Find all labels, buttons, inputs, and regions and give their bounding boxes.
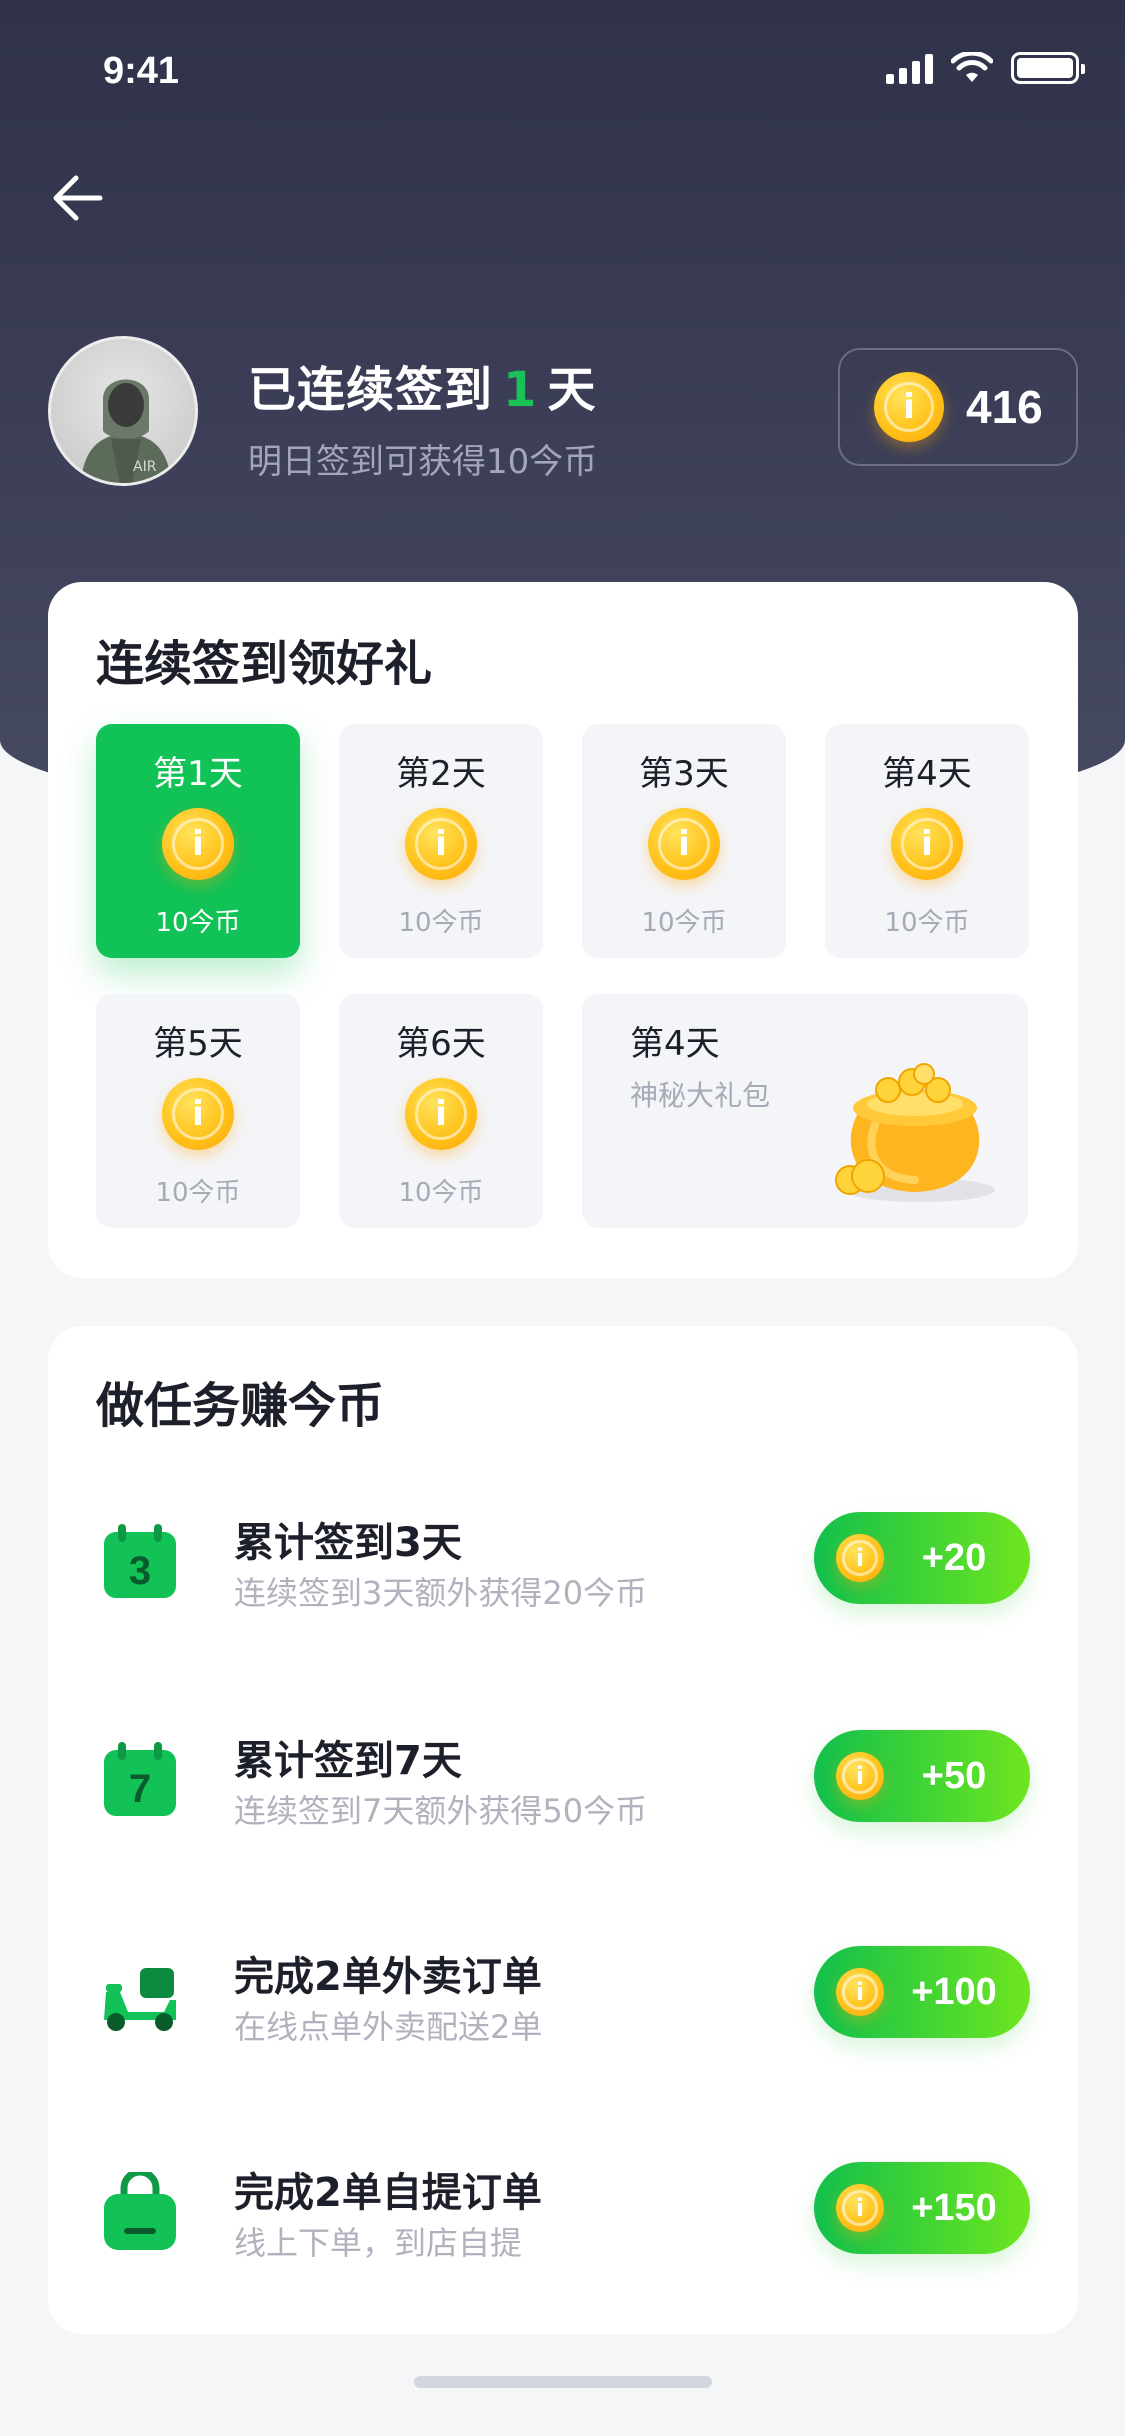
back-arrow-icon[interactable]	[46, 168, 106, 228]
tasks-card: 做任务赚今币 3 累计签到3天 连续签到3天额外获得20今币 ⅰ +20 7 累…	[48, 1326, 1078, 2334]
status-bar: 9:41	[0, 0, 1125, 140]
tasks-title: 做任务赚今币	[96, 1378, 385, 1434]
status-time: 9:41	[103, 50, 180, 92]
task-title: 完成2单外卖订单	[234, 1954, 542, 2000]
home-indicator[interactable]	[414, 2376, 712, 2388]
day-cell-1[interactable]: 第1天 ⅰ 10今币	[96, 724, 300, 958]
claim-reward-button[interactable]: ⅰ +20	[814, 1512, 1030, 1604]
streak-prefix: 已连续签到	[248, 362, 494, 418]
day-label: 第4天	[882, 754, 972, 794]
task-subtitle: 连续签到3天额外获得20今币	[234, 1574, 648, 1612]
task-title: 累计签到3天	[234, 1520, 462, 1566]
coin-balance: 416	[966, 381, 1043, 433]
avatar-image: AIR	[81, 379, 171, 483]
treasure-pot-icon	[835, 1063, 995, 1202]
day-reward: 10今币	[155, 1178, 241, 1208]
reward-amount: +150	[911, 2187, 997, 2229]
streak-suffix: 天	[547, 362, 597, 418]
checkin-card: 连续签到领好礼 第1天 ⅰ 10今币 第2天 ⅰ 10今币 第3天 ⅰ 10今币…	[48, 582, 1078, 1278]
day-label: 第2天	[396, 754, 486, 794]
mystery-gift-cell[interactable]: 第4天 神秘大礼包	[582, 994, 1028, 1228]
svg-text:7: 7	[129, 1767, 151, 1811]
coin-icon: ⅰ	[162, 808, 234, 880]
day-cell-4[interactable]: 第4天 ⅰ 10今币	[825, 724, 1029, 958]
day-cell-6[interactable]: 第6天 ⅰ 10今币	[339, 994, 543, 1228]
cellular-signal-icon	[886, 52, 933, 84]
streak-line: 已连续签到 1 天	[248, 350, 597, 420]
day-label: 第3天	[639, 754, 729, 794]
coin-icon: ⅰ	[162, 1078, 234, 1150]
coin-icon: ⅰ	[874, 372, 944, 442]
coin-icon: ⅰ	[648, 808, 720, 880]
task-row: 完成2单自提订单 线上下单，到店自提 ⅰ +150	[48, 2150, 1078, 2270]
task-row: 完成2单外卖订单 在线点单外卖配送2单 ⅰ +100	[48, 1934, 1078, 2054]
coin-icon: ⅰ	[891, 808, 963, 880]
task-subtitle: 线上下单，到店自提	[234, 2224, 523, 2262]
scooter-icon	[104, 1968, 176, 2031]
reward-amount: +20	[921, 1537, 987, 1579]
task-row: 7 累计签到7天 连续签到7天额外获得50今币 ⅰ +50	[48, 1718, 1078, 1838]
calendar-7-icon: 7	[104, 1742, 176, 1816]
avatar[interactable]: AIR	[48, 336, 198, 486]
task-title: 完成2单自提订单	[234, 2170, 542, 2216]
calendar-3-icon: 3	[104, 1524, 176, 1598]
streak-days: 1	[503, 362, 538, 418]
coin-icon: ⅰ	[836, 2184, 884, 2232]
coin-icon: ⅰ	[405, 808, 477, 880]
coin-icon: ⅰ	[836, 1968, 884, 2016]
profile-text: 已连续签到 1 天 明日签到可获得10今币	[248, 350, 597, 483]
reward-amount: +50	[921, 1755, 987, 1797]
coin-icon: ⅰ	[836, 1752, 884, 1800]
checkin-title: 连续签到领好礼	[96, 636, 433, 692]
coin-balance-pill[interactable]: ⅰ 416	[838, 348, 1078, 466]
day-cell-3[interactable]: 第3天 ⅰ 10今币	[582, 724, 786, 958]
battery-icon	[1011, 52, 1085, 84]
day-reward: 10今币	[398, 1178, 484, 1208]
day-reward: 10今币	[884, 908, 970, 938]
day-reward: 10今币	[398, 908, 484, 938]
day-cell-2[interactable]: 第2天 ⅰ 10今币	[339, 724, 543, 958]
day-reward: 10今币	[155, 908, 241, 938]
task-subtitle: 在线点单外卖配送2单	[234, 2008, 543, 2046]
svg-text:3: 3	[129, 1549, 151, 1593]
day-reward: 10今币	[641, 908, 727, 938]
task-subtitle: 连续签到7天额外获得50今币	[234, 1792, 648, 1830]
shopping-bag-icon	[104, 2172, 176, 2250]
task-title: 累计签到7天	[234, 1738, 462, 1784]
claim-reward-button[interactable]: ⅰ +100	[814, 1946, 1030, 2038]
day-label: 第5天	[153, 1024, 243, 1064]
profile-subtitle: 明日签到可获得10今币	[248, 442, 598, 482]
gift-subtitle: 神秘大礼包	[630, 1079, 771, 1112]
claim-reward-button[interactable]: ⅰ +150	[814, 2162, 1030, 2254]
status-icons	[886, 52, 1085, 84]
day-label: 第6天	[396, 1024, 486, 1064]
profile-section: AIR 已连续签到 1 天 明日签到可获得10今币 ⅰ 416	[48, 336, 1078, 486]
coin-icon: ⅰ	[836, 1534, 884, 1582]
coin-icon: ⅰ	[405, 1078, 477, 1150]
svg-text:AIR: AIR	[133, 459, 157, 475]
reward-amount: +100	[911, 1971, 997, 2013]
gift-label: 第4天	[630, 1024, 720, 1064]
wifi-icon	[951, 52, 993, 82]
claim-reward-button[interactable]: ⅰ +50	[814, 1730, 1030, 1822]
day-label: 第1天	[153, 754, 243, 794]
task-row: 3 累计签到3天 连续签到3天额外获得20今币 ⅰ +20	[48, 1500, 1078, 1620]
day-cell-5[interactable]: 第5天 ⅰ 10今币	[96, 994, 300, 1228]
